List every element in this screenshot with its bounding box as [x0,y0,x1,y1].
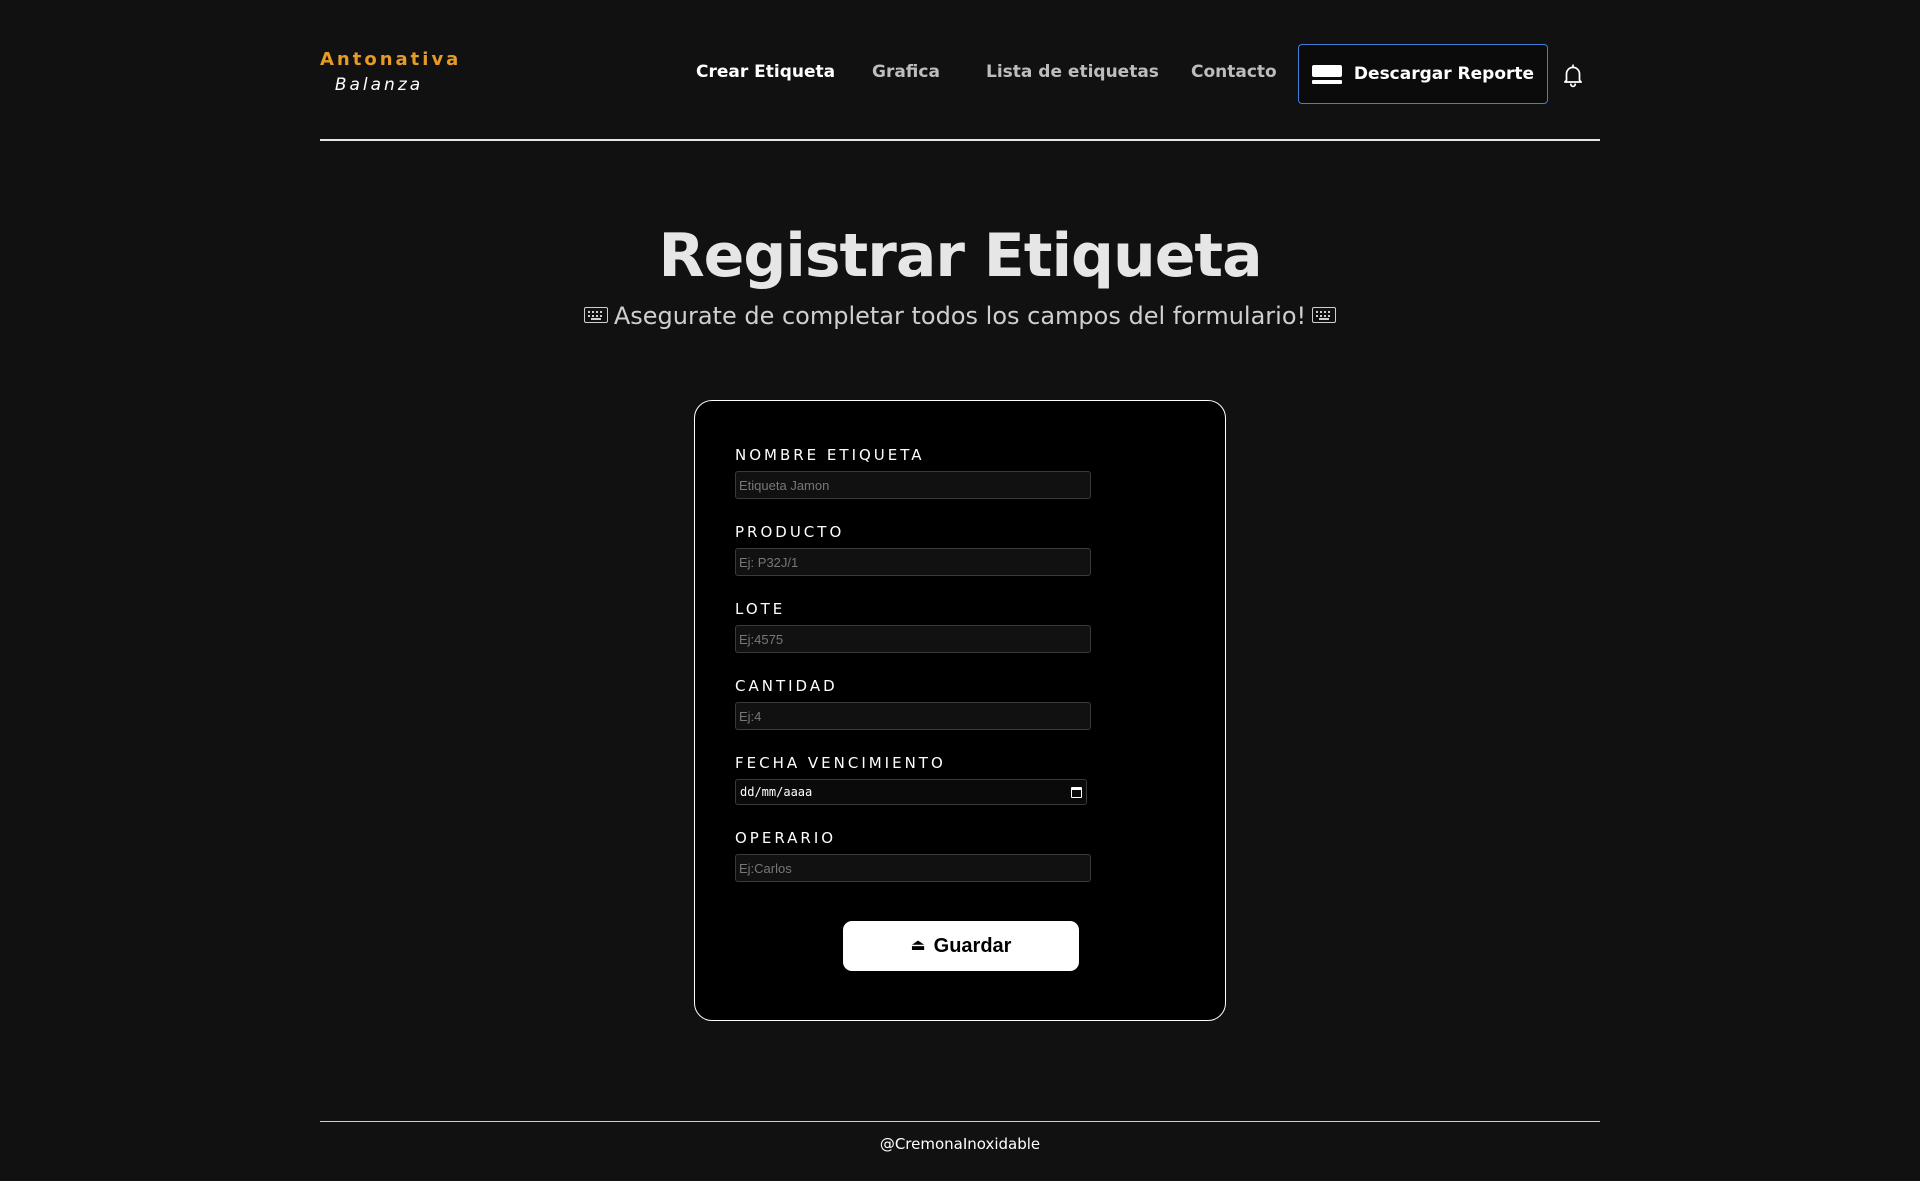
cantidad-input[interactable] [735,702,1091,730]
fecha-vencimiento-date-input[interactable]: dd/mm/aaaa [735,779,1087,805]
eject-icon: ⏏ [910,937,926,954]
date-placeholder: dd/mm/aaaa [740,785,813,799]
keyboard-icon [1311,64,1342,84]
operario-input[interactable] [735,854,1091,882]
download-report-label: Descargar Reporte [1353,64,1535,84]
field-label-lote: LOTE [735,600,786,618]
producto-input[interactable] [735,548,1091,576]
lote-input[interactable] [735,625,1091,653]
label-form: NOMBRE ETIQUETA PRODUCTO LOTE CANTIDAD F… [694,400,1226,1021]
field-label-cantidad: CANTIDAD [735,677,838,695]
footer-divider [320,1121,1600,1122]
keyboard-icon [583,307,608,323]
nav-link-lista-de-etiquetas[interactable]: Lista de etiquetas [986,62,1159,82]
nav-link-crear-etiqueta[interactable]: Crear Etiqueta [696,62,835,82]
field-label-nombre-etiqueta: NOMBRE ETIQUETA [735,446,925,464]
bell-icon[interactable] [1560,62,1586,88]
page-subtitle: Asegurate de completar todos los campos … [0,298,1920,334]
save-button[interactable]: ⏏ Guardar [843,921,1079,971]
field-label-fecha-vencimiento: FECHA VENCIMIENTO [735,754,946,772]
page-subtitle-text: Asegurate de completar todos los campos … [613,302,1307,330]
brand-name: Antonativa [320,49,462,70]
page-title: Registrar Etiqueta [658,221,1262,291]
footer-credit: @CremonaInoxidable [879,1135,1041,1153]
nav-link-grafica[interactable]: Grafica [872,62,940,82]
field-label-producto: PRODUCTO [735,523,845,541]
nombre-etiqueta-input[interactable] [735,471,1091,499]
brand-subtitle: Balanza [334,75,424,95]
keyboard-icon [1312,307,1337,323]
field-label-operario: OPERARIO [735,829,837,847]
download-report-button[interactable]: Descargar Reporte [1298,44,1548,104]
header: Antonativa Balanza Crear Etiqueta Grafic… [320,0,1600,141]
nav-link-contacto[interactable]: Contacto [1191,62,1277,82]
brand-logo[interactable]: Antonativa Balanza [320,48,462,98]
page: Antonativa Balanza Crear Etiqueta Grafic… [0,0,1920,1181]
calendar-icon[interactable] [1071,786,1082,798]
save-button-label: Guardar [933,934,1012,957]
